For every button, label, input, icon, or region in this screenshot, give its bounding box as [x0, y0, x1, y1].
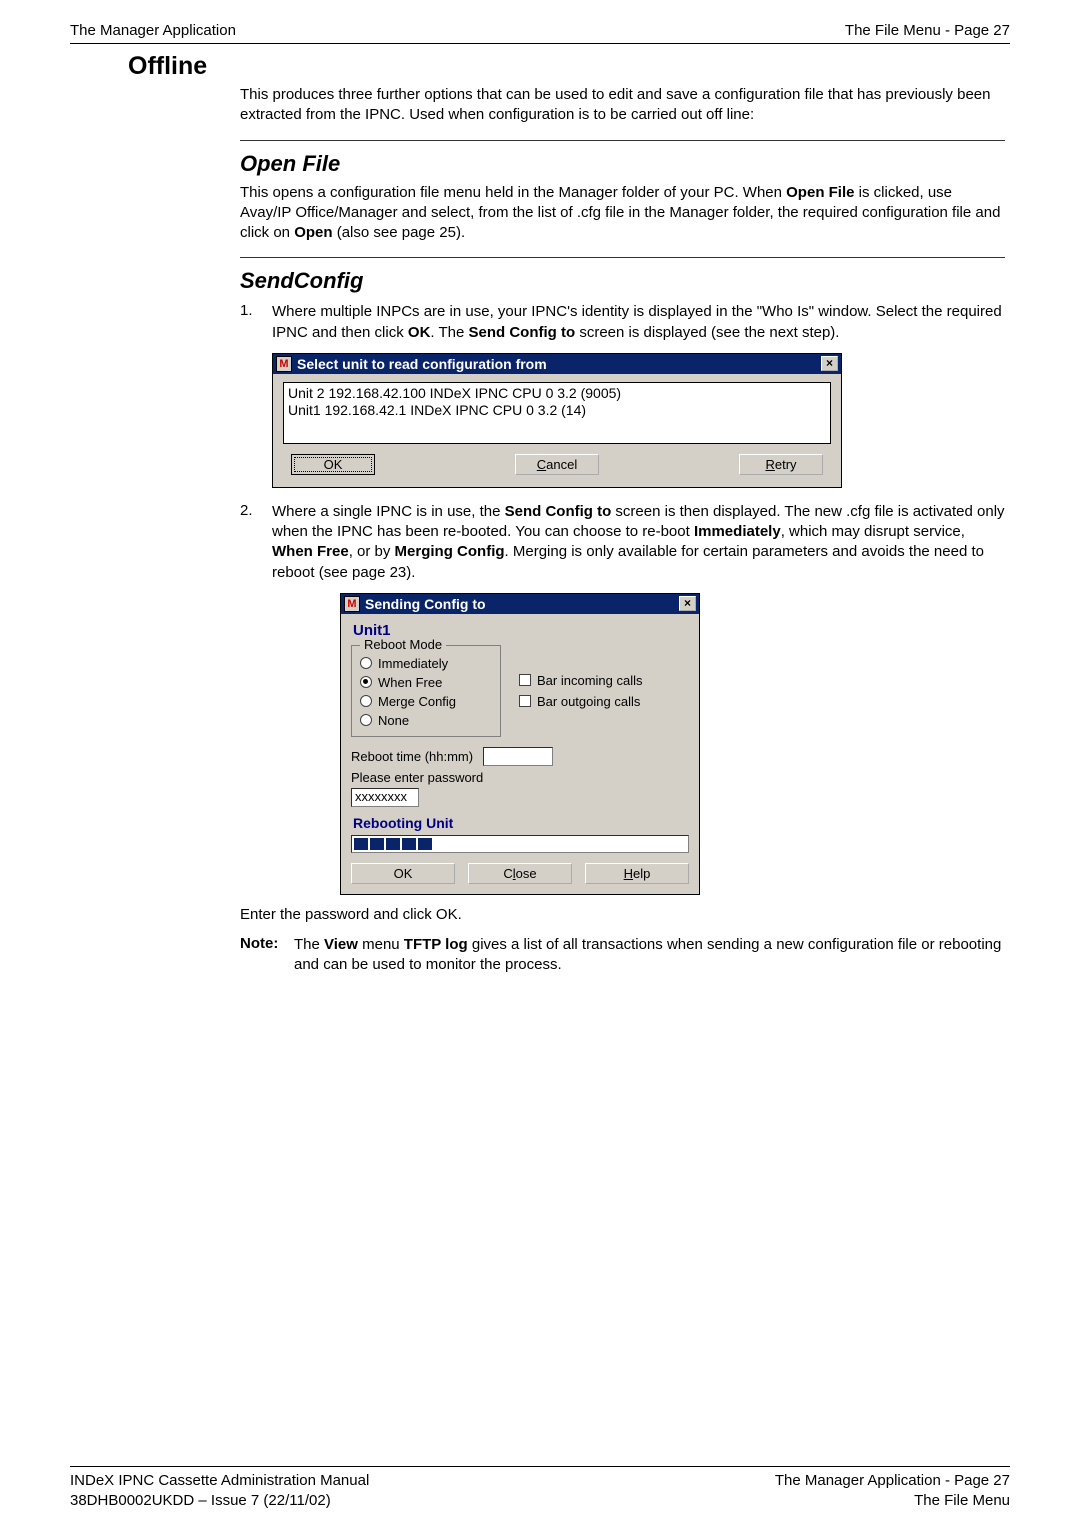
- radio-immediately[interactable]: Immediately: [360, 656, 492, 671]
- group-legend: Reboot Mode: [360, 637, 446, 652]
- bold-open-file: Open File: [786, 184, 854, 201]
- password-input[interactable]: xxxxxxxx: [351, 788, 419, 807]
- open-file-para: This opens a configuration file menu hel…: [240, 183, 1005, 244]
- note-body: The View menu TFTP log gives a list of a…: [294, 935, 1005, 976]
- step-2: 2. Where a single IPNC is in use, the Se…: [240, 502, 1005, 583]
- footer-left-1: INDeX IPNC Cassette Administration Manua…: [70, 1471, 369, 1491]
- step-1: 1. Where multiple INPCs are in use, your…: [240, 302, 1005, 343]
- rebooting-unit-label: Rebooting Unit: [353, 815, 689, 831]
- cancel-button[interactable]: Cancel: [515, 454, 599, 475]
- progress-segment: [354, 838, 368, 850]
- help-button[interactable]: Help: [585, 863, 689, 884]
- page-footer: INDeX IPNC Cassette Administration Manua…: [70, 1466, 1010, 1510]
- checkbox-label: Bar incoming calls: [537, 673, 643, 688]
- text: (also see page 25).: [333, 224, 466, 241]
- dialog-select-unit: M Select unit to read configuration from…: [272, 353, 842, 488]
- step-number: 2.: [240, 502, 272, 583]
- offline-intro: This produces three further options that…: [240, 85, 1005, 126]
- progress-segment: [402, 838, 416, 850]
- note: Note: The View menu TFTP log gives a lis…: [240, 935, 1005, 976]
- section-title-offline: Offline: [128, 52, 1010, 81]
- close-button[interactable]: Close: [468, 863, 572, 884]
- divider: [240, 257, 1005, 258]
- text: , which may disrupt service,: [781, 523, 965, 540]
- dialog-titlebar[interactable]: M Select unit to read configuration from…: [273, 354, 841, 374]
- radio-label: Immediately: [378, 656, 448, 671]
- checkbox-label: Bar outgoing calls: [537, 694, 640, 709]
- dialog-title: Sending Config to: [365, 596, 679, 612]
- page-header: The Manager Application The File Menu - …: [70, 22, 1010, 44]
- bold-view: View: [324, 936, 358, 953]
- bold-when-free: When Free: [272, 543, 349, 560]
- footer-right-2: The File Menu: [775, 1491, 1010, 1511]
- radio-when-free[interactable]: When Free: [360, 675, 492, 690]
- bold-ok: OK: [408, 324, 431, 341]
- text: Where a single IPNC is in use, the: [272, 503, 505, 520]
- checkbox-icon: [519, 695, 531, 707]
- text: . The: [430, 324, 468, 341]
- progress-bar: [351, 835, 689, 853]
- close-button[interactable]: ×: [679, 596, 696, 611]
- step-body: Where a single IPNC is in use, the Send …: [272, 502, 1005, 583]
- bold-immediately: Immediately: [694, 523, 781, 540]
- radio-none[interactable]: None: [360, 713, 492, 728]
- dialog-title: Select unit to read configuration from: [297, 356, 821, 372]
- radio-label: Merge Config: [378, 694, 456, 709]
- retry-button[interactable]: Retry: [739, 454, 823, 475]
- text: menu: [358, 936, 404, 953]
- list-item[interactable]: Unit1 192.168.42.1 INDeX IPNC CPU 0 3.2 …: [288, 402, 826, 420]
- reboot-time-label: Reboot time (hh:mm): [351, 749, 473, 764]
- progress-segment: [370, 838, 384, 850]
- note-label: Note:: [240, 935, 294, 976]
- ok-button[interactable]: OK: [291, 454, 375, 475]
- unit-listbox[interactable]: Unit 2 192.168.42.100 INDeX IPNC CPU 0 3…: [283, 382, 831, 444]
- bold-merging-config: Merging Config: [395, 543, 505, 560]
- bold-send-config-to: Send Config to: [469, 324, 576, 341]
- system-menu-icon[interactable]: M: [276, 356, 292, 372]
- checkbox-icon: [519, 674, 531, 686]
- header-left: The Manager Application: [70, 22, 236, 40]
- subtitle-sendconfig: SendConfig: [240, 268, 1005, 294]
- radio-icon: [360, 676, 372, 688]
- header-right: The File Menu - Page 27: [845, 22, 1010, 40]
- radio-icon: [360, 695, 372, 707]
- subtitle-open-file: Open File: [240, 151, 1005, 177]
- close-button[interactable]: ×: [821, 356, 838, 371]
- system-menu-icon[interactable]: M: [344, 596, 360, 612]
- dialog-titlebar[interactable]: M Sending Config to ×: [341, 594, 699, 614]
- text: The: [294, 936, 324, 953]
- ok-button[interactable]: OK: [351, 863, 455, 884]
- enter-password-text: Enter the password and click OK.: [240, 905, 1005, 925]
- dialog-sending-config: M Sending Config to × Unit1 Reboot Mode …: [340, 593, 700, 895]
- reboot-time-input[interactable]: [483, 747, 553, 766]
- footer-left-2: 38DHB0002UKDD – Issue 7 (22/11/02): [70, 1491, 369, 1511]
- password-label: Please enter password: [351, 770, 689, 785]
- text: , or by: [349, 543, 395, 560]
- bold-tftp-log: TFTP log: [404, 936, 468, 953]
- radio-icon: [360, 657, 372, 669]
- checkbox-bar-incoming[interactable]: Bar incoming calls: [519, 673, 643, 688]
- text: screen is displayed (see the next step).: [575, 324, 839, 341]
- checkbox-bar-outgoing[interactable]: Bar outgoing calls: [519, 694, 643, 709]
- radio-label: None: [378, 713, 409, 728]
- reboot-mode-groupbox: Reboot Mode Immediately When Free Merge …: [351, 645, 501, 737]
- radio-merge-config[interactable]: Merge Config: [360, 694, 492, 709]
- list-item[interactable]: Unit 2 192.168.42.100 INDeX IPNC CPU 0 3…: [288, 385, 826, 403]
- bold-open: Open: [294, 224, 332, 241]
- step-number: 1.: [240, 302, 272, 343]
- footer-right-1: The Manager Application - Page 27: [775, 1471, 1010, 1491]
- reboot-time-row: Reboot time (hh:mm): [351, 747, 689, 766]
- progress-segment: [418, 838, 432, 850]
- step-body: Where multiple INPCs are in use, your IP…: [272, 302, 1005, 343]
- radio-label: When Free: [378, 675, 442, 690]
- progress-segment: [386, 838, 400, 850]
- bold-send-config-to: Send Config to: [505, 503, 612, 520]
- radio-icon: [360, 714, 372, 726]
- divider: [240, 140, 1005, 141]
- text: This opens a configuration file menu hel…: [240, 184, 786, 201]
